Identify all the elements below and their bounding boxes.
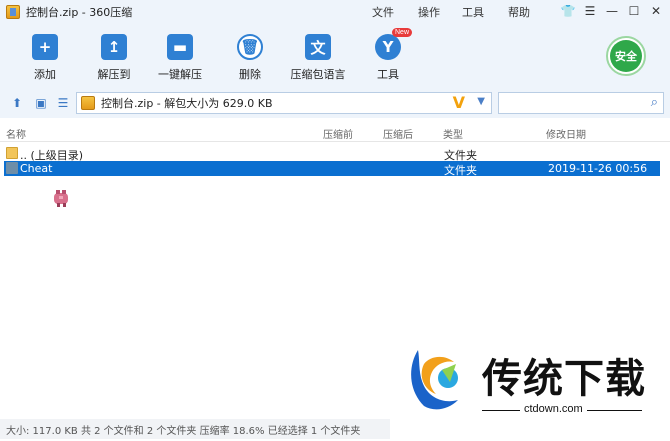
menu-help[interactable]: 帮助 xyxy=(508,4,530,20)
toolbar: + 添加 ↥ 解压到 ▬ 一键解压 🗑 删除 文 压缩包语言 Y New 工具 … xyxy=(0,24,670,88)
col-type[interactable]: 类型 xyxy=(443,126,463,141)
add-button[interactable]: + 添加 xyxy=(15,34,75,82)
column-header: 名称 压缩前 压缩后 类型 修改日期 xyxy=(0,122,670,142)
address-row: ⬆ ▣ ☰ 控制台.zip - 解包大小为 629.0 KB V ▼ ⌕ xyxy=(0,88,670,118)
close-icon[interactable]: ✕ xyxy=(648,3,664,19)
menu-operate[interactable]: 操作 xyxy=(418,4,440,20)
dropdown-arrow-icon[interactable]: ▼ xyxy=(477,96,485,107)
tools-button[interactable]: Y New 工具 xyxy=(358,28,418,82)
window-title: 控制台.zip - 360压缩 xyxy=(26,6,133,19)
search-input[interactable]: ⌕ xyxy=(498,92,664,114)
archive-language-button[interactable]: 文 压缩包语言 xyxy=(288,34,348,82)
list-view-icon[interactable]: ☰ xyxy=(56,96,70,110)
window-controls: 👕 ☰ — ☐ ✕ xyxy=(560,3,664,19)
app-zip-icon xyxy=(6,5,20,19)
col-modified[interactable]: 修改日期 xyxy=(546,126,586,141)
minimize-icon[interactable]: — xyxy=(604,3,620,19)
menu-tools[interactable]: 工具 xyxy=(462,4,484,20)
menu-icon[interactable]: ☰ xyxy=(582,3,598,19)
security-badge[interactable]: 安全 xyxy=(606,36,646,76)
one-click-extract-button[interactable]: ▬ 一键解压 xyxy=(150,34,210,82)
one-click-extract-icon: ▬ xyxy=(167,34,193,60)
address-path: 控制台.zip - 解包大小为 629.0 KB xyxy=(101,97,273,110)
search-icon[interactable]: ⌕ xyxy=(651,95,658,110)
delete-button[interactable]: 🗑 删除 xyxy=(220,34,280,82)
list-item-selected[interactable]: Cheat 文件夹 2019-11-26 00:56 xyxy=(4,161,660,177)
status-bar: 大小: 117.0 KB 共 2 个文件和 2 个文件夹 压缩率 18.6% 已… xyxy=(0,419,390,439)
col-before[interactable]: 压缩前 xyxy=(323,126,353,141)
folder-icon xyxy=(6,162,18,174)
menu-file[interactable]: 文件 xyxy=(372,4,394,20)
watermark: 传统下载 ctdown.com xyxy=(390,322,670,441)
col-after[interactable]: 压缩后 xyxy=(383,126,413,141)
address-bar[interactable]: 控制台.zip - 解包大小为 629.0 KB V ▼ xyxy=(76,92,492,114)
col-name[interactable]: 名称 xyxy=(6,126,26,141)
pig-cursor-icon xyxy=(54,190,68,207)
tools-icon: Y xyxy=(375,34,401,60)
folder-icon xyxy=(6,147,18,159)
trash-icon: 🗑 xyxy=(237,34,263,60)
extract-icon: ↥ xyxy=(101,34,127,60)
watermark-url: ctdown.com xyxy=(520,403,587,415)
extract-to-button[interactable]: ↥ 解压到 xyxy=(84,34,144,82)
watermark-brand: 传统下载 xyxy=(482,356,646,402)
status-text: 大小: 117.0 KB 共 2 个文件和 2 个文件夹 压缩率 18.6% 已… xyxy=(6,425,361,437)
maximize-icon[interactable]: ☐ xyxy=(626,3,642,19)
ctdown-logo-icon xyxy=(411,350,458,410)
new-badge: New xyxy=(392,28,413,37)
list-item[interactable]: .. (上级目录) 文件夹 xyxy=(4,146,660,162)
verified-v-icon[interactable]: V xyxy=(453,93,465,112)
security-label: 安全 xyxy=(610,40,642,72)
shirt-skin-icon[interactable]: 👕 xyxy=(560,3,576,19)
zip-file-icon xyxy=(81,96,95,110)
title-bar: 控制台.zip - 360压缩 文件 操作 工具 帮助 👕 ☰ — ☐ ✕ xyxy=(0,0,670,24)
plus-icon: + xyxy=(32,34,58,60)
up-arrow-icon[interactable]: ⬆ xyxy=(10,96,24,110)
language-icon: 文 xyxy=(305,34,331,60)
thumbnail-view-icon[interactable]: ▣ xyxy=(34,96,48,110)
